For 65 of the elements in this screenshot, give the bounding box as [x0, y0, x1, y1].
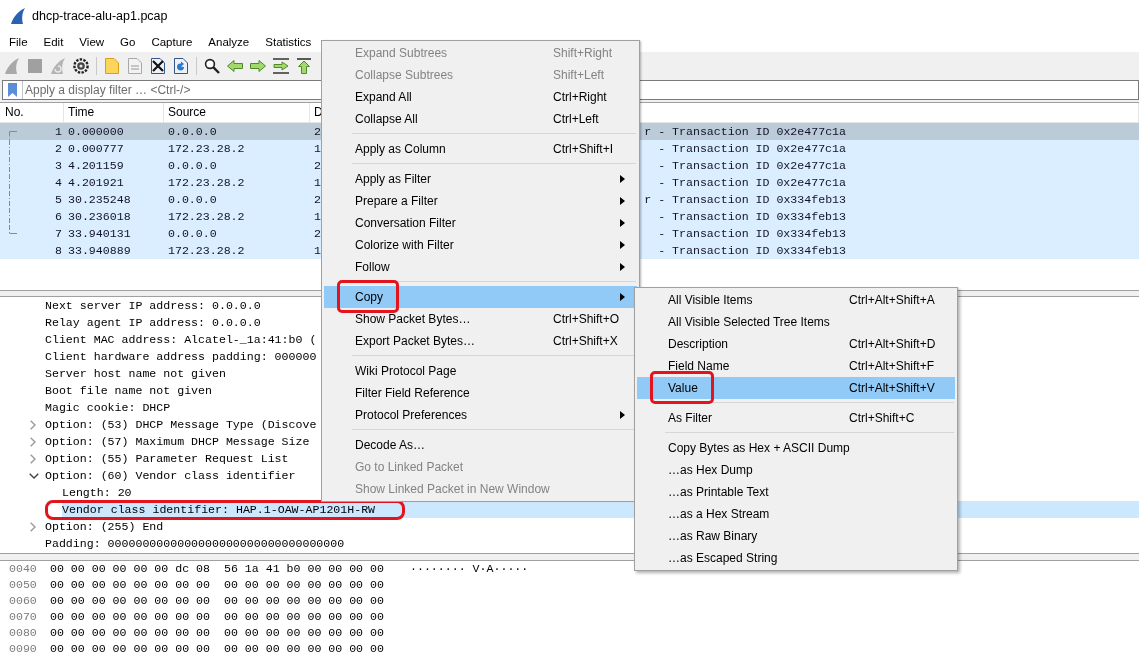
shortcut-label: Ctrl+Right — [553, 90, 608, 104]
table-cell-text: 7 — [54, 226, 63, 242]
hex-offset: 0080 — [9, 625, 38, 641]
shortcut-label: Shift+Left — [553, 68, 606, 82]
hex-offset: 0060 — [9, 593, 38, 609]
hex-offset: 0040 — [9, 561, 38, 577]
table-cell-text: 2 — [54, 141, 63, 157]
table-cell-text: - Transaction ID 0x2e477c1a — [657, 158, 847, 174]
shortcut-label: Shift+Right — [553, 46, 614, 60]
table-cell-text: 5 — [54, 192, 63, 208]
shortcut-label: Ctrl+Shift+O — [553, 312, 620, 326]
table-cell-text: - Transaction ID 0x334feb13 — [657, 226, 847, 242]
table-cell-text: r - Transaction ID 0x2e477c1a — [643, 124, 847, 140]
table-cell-text: 2 — [313, 158, 321, 174]
shortcut-label: Ctrl+Shift+X — [553, 334, 619, 348]
shortcut-label: Ctrl+Alt+Shift+F — [849, 359, 936, 373]
hex-bytes: 00 00 00 00 00 00 00 00 00 00 00 00 00 00 00 00 — [50, 625, 385, 641]
table-cell-text: 0.000777 — [67, 141, 125, 157]
table-cell-text: - Transaction ID 0x2e477c1a — [657, 141, 847, 157]
table-cell-text: 6 — [54, 209, 63, 225]
table-cell-text: 4.201159 — [67, 158, 125, 174]
hex-offset: 0050 — [9, 577, 38, 593]
table-cell-text: 33.940889 — [67, 243, 132, 259]
table-cell-text: 2 — [313, 192, 321, 208]
table-cell-text: r - Transaction ID 0x334feb13 — [643, 192, 847, 208]
table-cell-text: - Transaction ID 0x2e477c1a — [657, 175, 847, 191]
window-title: dhcp-trace-alu-ap1.pcap — [32, 9, 168, 23]
table-cell-text: 1 — [313, 175, 321, 191]
table-cell-text: 4 — [54, 175, 63, 191]
table-cell-text: 30.235248 — [67, 192, 132, 208]
hex-bytes: 00 00 00 00 00 00 00 00 00 00 00 00 00 00 00 00 — [50, 641, 385, 657]
table-cell-text: 1 — [54, 124, 63, 140]
table-cell-text: 0.0.0.0 — [167, 158, 218, 174]
table-cell-text: 172.23.28.2 — [167, 175, 246, 191]
shortcut-label: Ctrl+Alt+Shift+V — [849, 381, 936, 395]
table-cell-text: 8 — [54, 243, 63, 259]
hex-bytes: 00 00 00 00 00 00 00 00 00 00 00 00 00 00 00 00 — [50, 609, 385, 625]
table-cell-text: 1 — [313, 141, 321, 157]
table-cell-text: 2 — [313, 124, 321, 140]
table-cell-text: 30.236018 — [67, 209, 132, 225]
table-cell-text: 0.0.0.0 — [167, 192, 218, 208]
hex-bytes: 00 00 00 00 00 00 00 00 00 00 00 00 00 00 00 00 — [50, 577, 385, 593]
shortcut-label: Ctrl+Alt+Shift+D — [849, 337, 937, 351]
shortcut-label: Ctrl+Shift+C — [849, 411, 916, 425]
hex-bytes: 00 00 00 00 00 00 00 00 00 00 00 00 00 00 00 00 — [50, 593, 385, 609]
table-cell-text: 0.0.0.0 — [167, 124, 218, 140]
table-cell-text: 4.201921 — [67, 175, 125, 191]
hex-offset: 0090 — [9, 641, 38, 657]
shortcut-label: Ctrl+Alt+Shift+A — [849, 293, 936, 307]
hex-ascii: ········ V·A····· — [410, 561, 529, 577]
table-cell-text: 33.940131 — [67, 226, 132, 242]
hex-bytes: 00 00 00 00 00 00 dc 08 56 1a 41 b0 00 00 00 00 — [50, 561, 385, 577]
table-cell-text: - Transaction ID 0x334feb13 — [657, 243, 847, 259]
table-cell-text: 3 — [54, 158, 63, 174]
table-cell-text: 172.23.28.2 — [167, 243, 246, 259]
table-cell-text: 0.000000 — [67, 124, 125, 140]
table-cell-text: 2 — [313, 226, 321, 242]
hex-offset: 0070 — [9, 609, 38, 625]
table-cell-text: 1 — [313, 243, 321, 259]
table-cell-text: 1 — [313, 209, 321, 225]
table-cell-text: 172.23.28.2 — [167, 209, 246, 225]
shortcut-label: Ctrl+Shift+I — [553, 142, 615, 156]
table-cell-text: - Transaction ID 0x334feb13 — [657, 209, 847, 225]
table-cell-text: 0.0.0.0 — [167, 226, 218, 242]
table-cell-text: 172.23.28.2 — [167, 141, 246, 157]
